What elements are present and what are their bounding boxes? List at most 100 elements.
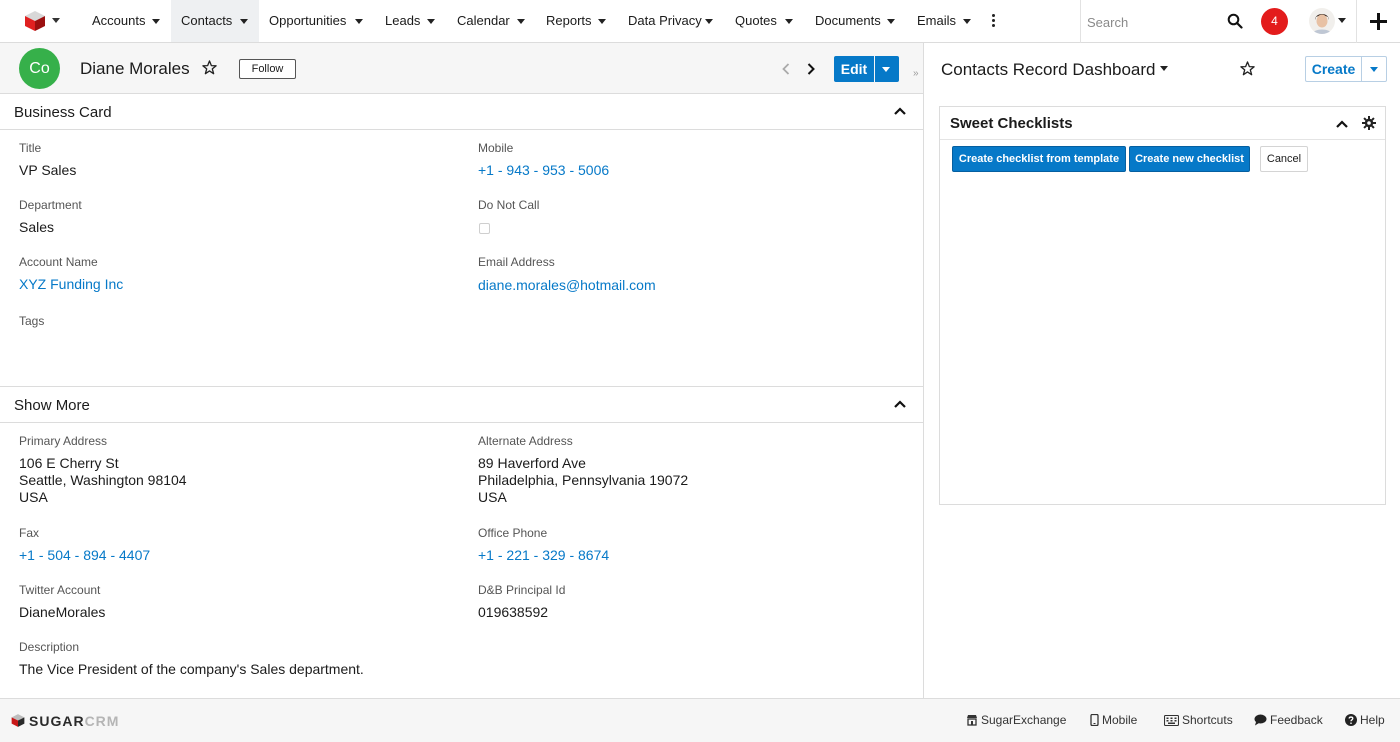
title-value[interactable]: VP Sales	[19, 162, 76, 179]
show-more-panel-header[interactable]: Show More	[0, 387, 923, 423]
collapse-sidebar-icon[interactable]: »	[913, 68, 919, 79]
chevron-down-icon[interactable]	[785, 19, 793, 24]
dashboard-favorite-star-icon[interactable]	[1240, 61, 1255, 76]
chevron-down-icon	[882, 67, 890, 72]
create-checklist-from-template-button[interactable]: Create checklist from template	[952, 146, 1126, 172]
nav-tab-label: Calendar	[457, 13, 510, 28]
sugarcrm-logo: SUGARCRM	[11, 713, 118, 733]
nav-tab-label: Emails	[917, 13, 957, 28]
address-line: Philadelphia, Pennsylvania 19072	[478, 472, 689, 488]
footer-link-mobile[interactable]: Mobile	[1090, 713, 1137, 727]
dashlet-title: Sweet Checklists	[950, 115, 1073, 132]
mobile-link[interactable]: +1 - 943 - 953 - 5006	[478, 162, 609, 178]
help-icon	[1345, 714, 1357, 726]
nav-tab-label: Reports	[546, 13, 592, 28]
search-icon[interactable]	[1227, 13, 1243, 29]
dashboard-title[interactable]: Contacts Record Dashboard	[941, 60, 1156, 80]
chevron-down-icon[interactable]	[517, 19, 525, 24]
nav-tab-opportunities[interactable]: Opportunities	[259, 0, 375, 42]
dashboard-menu-caret-icon[interactable]	[1160, 66, 1168, 71]
plus-icon	[1370, 13, 1387, 30]
nav-tab-reports[interactable]: Reports	[536, 0, 618, 42]
address-line: USA	[19, 489, 48, 505]
edit-button[interactable]: Edit	[834, 56, 874, 82]
chevron-down-icon[interactable]	[705, 19, 713, 24]
alternate-address-value[interactable]: 89 Haverford Ave Philadelphia, Pennsylva…	[478, 455, 688, 506]
record-name: Diane Morales	[80, 59, 190, 78]
footer-link-feedback[interactable]: Feedback	[1254, 713, 1323, 727]
twitter-value[interactable]: DianeMorales	[19, 604, 105, 621]
create-dashboard-dropdown[interactable]	[1362, 56, 1387, 82]
dnb-principal-id-value[interactable]: 019638592	[478, 604, 548, 621]
pane-splitter[interactable]	[923, 43, 924, 698]
quick-create-button[interactable]	[1356, 0, 1400, 43]
nav-tab-quotes[interactable]: Quotes	[725, 0, 805, 42]
office-phone-link[interactable]: +1 - 221 - 329 - 8674	[478, 547, 609, 563]
mobile-label: Mobile	[478, 141, 514, 155]
nav-tab-label: Quotes	[735, 13, 777, 28]
nav-tab-calendar[interactable]: Calendar	[447, 0, 536, 42]
mobile-phone-icon	[1090, 713, 1099, 727]
record-header: Co Diane Morales Follow Edit	[0, 43, 923, 94]
email-link[interactable]: diane.morales@hotmail.com	[478, 277, 656, 293]
nav-tab-data-privacy[interactable]: Data Privacy	[618, 0, 725, 42]
footer-link-help[interactable]: Help	[1345, 713, 1385, 727]
description-label: Description	[19, 640, 80, 654]
footer-link-label: Mobile	[1102, 713, 1138, 727]
logo-menu-caret-icon[interactable]	[52, 18, 60, 23]
nav-tab-label: Documents	[815, 13, 881, 28]
nav-tab-emails[interactable]: Emails	[907, 0, 984, 42]
follow-button[interactable]: Follow	[239, 59, 296, 79]
create-new-checklist-button[interactable]: Create new checklist	[1129, 146, 1250, 172]
user-menu-caret-icon[interactable]	[1338, 18, 1346, 23]
user-avatar[interactable]	[1309, 8, 1335, 34]
create-dashboard-button[interactable]: Create	[1305, 56, 1362, 82]
footer-link-shortcuts[interactable]: Shortcuts	[1163, 713, 1233, 727]
footer-link-sugarexchange[interactable]: SugarExchange	[966, 713, 1066, 727]
nav-tab-leads[interactable]: Leads	[375, 0, 447, 42]
keyboard-icon	[1163, 714, 1180, 727]
chevron-down-icon[interactable]	[598, 19, 606, 24]
next-record-icon[interactable]	[807, 63, 815, 75]
primary-address-value[interactable]: 106 E Cherry St Seattle, Washington 9810…	[19, 455, 187, 506]
sugarcube-logo-icon[interactable]	[24, 10, 46, 32]
notifications-badge[interactable]: 4	[1261, 8, 1288, 35]
chevron-down-icon[interactable]	[887, 19, 895, 24]
store-icon	[967, 715, 977, 726]
nav-tab-accounts[interactable]: Accounts	[82, 0, 171, 42]
chevron-up-icon[interactable]	[1336, 120, 1348, 128]
do-not-call-checkbox[interactable]	[479, 223, 490, 234]
previous-record-icon[interactable]	[782, 63, 790, 75]
fax-link[interactable]: +1 - 504 - 894 - 4407	[19, 547, 150, 563]
chevron-down-icon[interactable]	[963, 19, 971, 24]
description-value[interactable]: The Vice President of the company's Sale…	[19, 661, 364, 678]
top-navigation-bar: Accounts Contacts Opportunities Leads Ca…	[0, 0, 1400, 43]
primary-address-label: Primary Address	[19, 434, 108, 448]
address-line: 89 Haverford Ave	[478, 455, 586, 471]
sugarcube-logo-icon	[11, 714, 25, 727]
footer-link-label: Feedback	[1270, 713, 1323, 727]
more-modules-icon[interactable]	[992, 14, 995, 29]
chevron-down-icon[interactable]	[427, 19, 435, 24]
favorite-star-icon[interactable]	[202, 60, 217, 75]
nav-tab-contacts[interactable]: Contacts	[171, 0, 259, 42]
chevron-up-icon[interactable]	[894, 400, 906, 408]
account-name-label: Account Name	[19, 255, 98, 269]
logo-text-crm: CRM	[84, 713, 120, 729]
chevron-down-icon[interactable]	[355, 19, 363, 24]
nav-tab-documents[interactable]: Documents	[805, 0, 907, 42]
gear-icon[interactable]	[1362, 116, 1376, 130]
edit-actions-dropdown[interactable]	[875, 56, 899, 82]
nav-tab-label: Data Privacy	[628, 13, 702, 28]
chevron-down-icon[interactable]	[240, 19, 248, 24]
search-input[interactable]	[1087, 12, 1217, 32]
cancel-button[interactable]: Cancel	[1260, 146, 1308, 172]
department-value[interactable]: Sales	[19, 219, 54, 236]
panel-title: Business Card	[14, 104, 112, 121]
account-name-link[interactable]: XYZ Funding Inc	[19, 276, 123, 292]
chevron-down-icon[interactable]	[152, 19, 160, 24]
chevron-up-icon[interactable]	[894, 107, 906, 115]
business-card-panel-header[interactable]: Business Card	[0, 94, 923, 130]
sweet-checklists-dashlet: Sweet Checklists Create checklist from t…	[939, 106, 1386, 505]
nav-tab-label: Contacts	[181, 13, 233, 28]
